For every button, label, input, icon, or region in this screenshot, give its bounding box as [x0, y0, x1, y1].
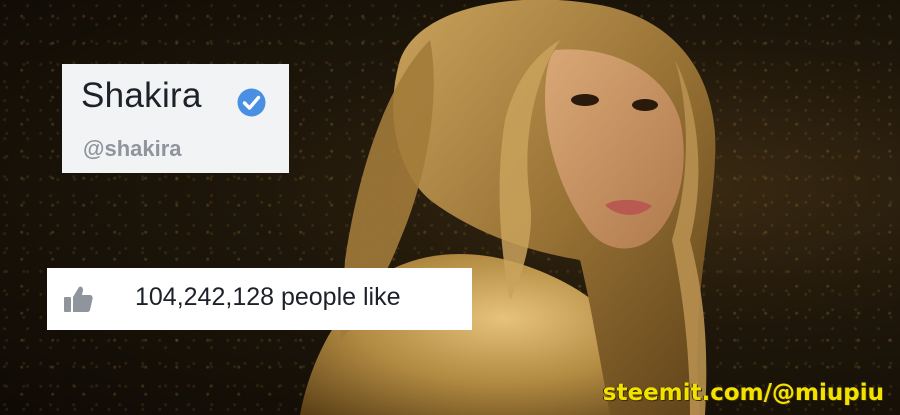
- profile-card: Shakira @shakira: [62, 64, 289, 173]
- portrait-photo: [300, 0, 716, 415]
- profile-name: Shakira: [81, 76, 202, 115]
- thumbs-up-icon: [64, 286, 93, 312]
- likes-card: 104,242,128 people like: [47, 268, 472, 330]
- likes-count-text: 104,242,128 people like: [135, 283, 401, 311]
- verified-check-icon: [237, 88, 266, 117]
- promo-image: Shakira @shakira 104,242,128 people like…: [0, 0, 900, 415]
- watermark-text: steemit.com/@miupiu: [602, 380, 884, 406]
- profile-handle: @shakira: [83, 136, 182, 161]
